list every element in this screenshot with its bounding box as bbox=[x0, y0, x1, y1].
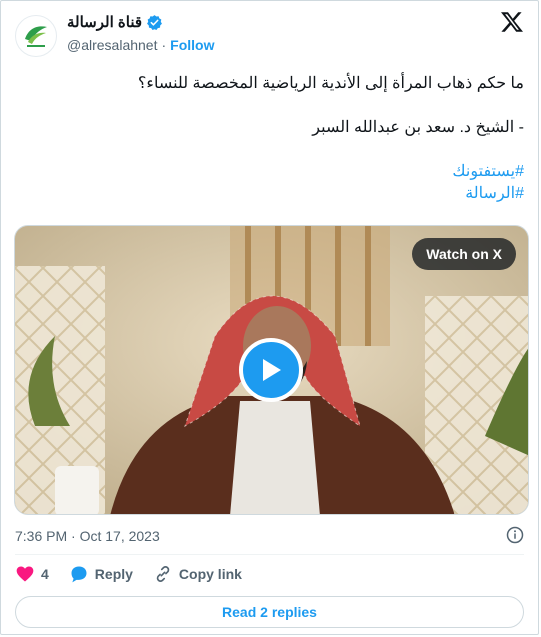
play-button[interactable] bbox=[239, 338, 303, 402]
separator-dot: · bbox=[161, 37, 167, 53]
follow-button[interactable]: Follow bbox=[170, 37, 214, 53]
copy-link-button[interactable]: Copy link bbox=[153, 564, 242, 584]
read-replies-button[interactable]: Read 2 replies bbox=[15, 596, 524, 628]
copy-link-label: Copy link bbox=[178, 566, 242, 582]
hashtag-link[interactable]: #الرسالة bbox=[465, 185, 524, 202]
tweet-card: قناة الرسالة @alresalahnet · Follow ما ح… bbox=[0, 0, 539, 635]
divider bbox=[15, 554, 524, 555]
avatar[interactable] bbox=[15, 15, 57, 57]
reply-label: Reply bbox=[94, 566, 133, 582]
video-player[interactable]: Watch on X bbox=[14, 225, 529, 515]
hashtag-link[interactable]: #يستفتونك bbox=[452, 163, 524, 180]
handle[interactable]: @alresalahnet bbox=[67, 37, 158, 53]
link-icon bbox=[156, 566, 170, 582]
play-icon bbox=[263, 359, 281, 381]
reply-button[interactable]: Reply bbox=[69, 564, 133, 584]
watch-on-x-button[interactable]: Watch on X bbox=[412, 238, 516, 270]
display-name[interactable]: قناة الرسالة bbox=[67, 13, 142, 31]
reply-bubble-icon bbox=[71, 566, 87, 583]
tweet-text: ما حكم ذهاب المرأة إلى الأندية الرياضية … bbox=[15, 73, 524, 205]
tweet-question: ما حكم ذهاب المرأة إلى الأندية الرياضية … bbox=[137, 75, 524, 92]
timestamp[interactable]: 7:36 PM · Oct 17, 2023 bbox=[15, 528, 160, 544]
channel-logo-icon bbox=[25, 26, 47, 47]
tweet-attribution: - الشيخ د. سعد بن عبدالله السبر bbox=[312, 119, 524, 136]
info-icon[interactable] bbox=[506, 526, 524, 544]
heart-icon bbox=[16, 566, 34, 582]
verified-badge-icon bbox=[147, 14, 162, 30]
like-count: 4 bbox=[41, 566, 49, 582]
like-button[interactable]: 4 bbox=[15, 564, 49, 584]
x-logo-icon[interactable] bbox=[500, 10, 524, 34]
